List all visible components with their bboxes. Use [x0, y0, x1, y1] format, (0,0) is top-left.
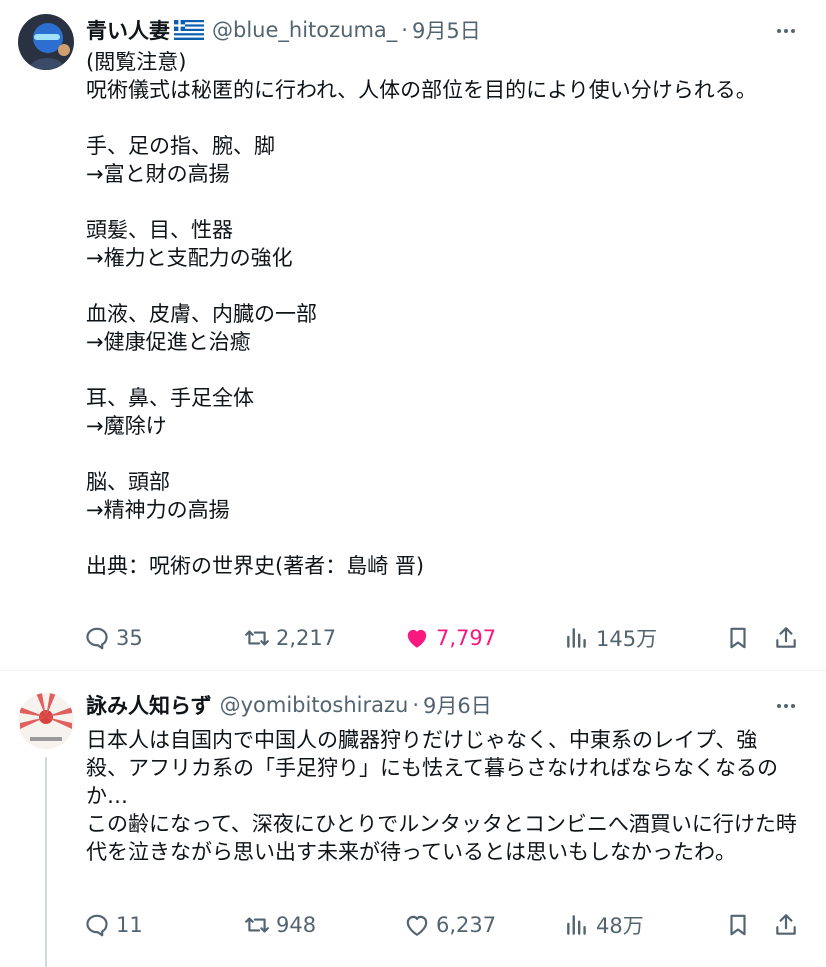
- tweet-text: (閲覧注意) 呪術儀式は秘匿的に行われ、人体の部位を目的により使い分けられる。 …: [86, 50, 757, 578]
- tweet[interactable]: 青い人妻 @blue_hitozuma_ · 9月5日 (閲覧注意) 呪術儀式は…: [0, 0, 826, 670]
- bookmark-button[interactable]: [725, 905, 751, 945]
- greek-flag-icon: [174, 20, 204, 40]
- views-icon: [567, 915, 586, 935]
- avatar[interactable]: [18, 14, 74, 70]
- bookmark-icon: [730, 914, 746, 936]
- heart-filled-icon: [407, 629, 427, 648]
- tweet-text: 日本人は自国内で中国人の臓器狩りだけじゃなく、中東系のレイプ、強殺、アフリカ系の…: [86, 728, 797, 864]
- repost-button[interactable]: 2,217: [244, 618, 336, 658]
- timestamp[interactable]: 9月5日: [412, 15, 481, 45]
- like-button[interactable]: 7,797: [404, 618, 496, 658]
- view-count: 48万: [596, 914, 644, 938]
- tweet-header: 青い人妻 @blue_hitozuma_ · 9月5日: [86, 14, 481, 46]
- separator: ·: [412, 693, 420, 717]
- more-options-icon[interactable]: [772, 692, 800, 720]
- action-bar: 11 948 6,237 48万: [84, 905, 804, 945]
- repost-count: 948: [276, 913, 317, 937]
- like-count: 7,797: [436, 626, 497, 650]
- share-button[interactable]: [773, 905, 799, 945]
- display-name[interactable]: 青い人妻: [86, 15, 170, 45]
- heart-icon: [406, 915, 428, 936]
- bookmark-button[interactable]: [725, 618, 751, 658]
- views-icon: [567, 628, 586, 648]
- view-count: 145万: [596, 627, 658, 651]
- handle[interactable]: @blue_hitozuma_: [212, 18, 397, 42]
- repost-count: 2,217: [276, 626, 337, 650]
- reply-icon: [86, 914, 108, 937]
- share-icon: [776, 914, 796, 935]
- reply-button[interactable]: 11: [84, 905, 143, 945]
- reply-icon: [86, 627, 108, 650]
- action-bar: 35 2,217 7,797 145万: [84, 618, 804, 658]
- repost-icon: [245, 630, 269, 646]
- more-options-icon[interactable]: [772, 17, 800, 45]
- thread-line: [45, 757, 47, 967]
- like-count: 6,237: [436, 913, 497, 937]
- reply-count: 11: [116, 913, 143, 937]
- separator: ·: [401, 18, 408, 42]
- views-button[interactable]: 48万: [564, 905, 644, 945]
- bookmark-icon: [730, 627, 746, 649]
- handle[interactable]: @yomibitoshirazu: [220, 693, 409, 717]
- reply-count: 35: [116, 626, 143, 650]
- timestamp[interactable]: 9月6日: [423, 690, 492, 720]
- display-name[interactable]: 詠み人知らず: [86, 690, 212, 720]
- avatar[interactable]: [18, 693, 74, 749]
- tweet[interactable]: 詠み人知らず @yomibitoshirazu · 9月6日 日本人は自国内で中…: [0, 671, 826, 967]
- share-button[interactable]: [773, 618, 799, 658]
- reply-button[interactable]: 35: [84, 618, 143, 658]
- share-icon: [776, 627, 796, 648]
- repost-button[interactable]: 948: [244, 905, 316, 945]
- tweet-header: 詠み人知らず @yomibitoshirazu · 9月6日: [86, 689, 492, 721]
- views-button[interactable]: 145万: [564, 618, 657, 658]
- repost-icon: [245, 917, 269, 933]
- like-button[interactable]: 6,237: [404, 905, 496, 945]
